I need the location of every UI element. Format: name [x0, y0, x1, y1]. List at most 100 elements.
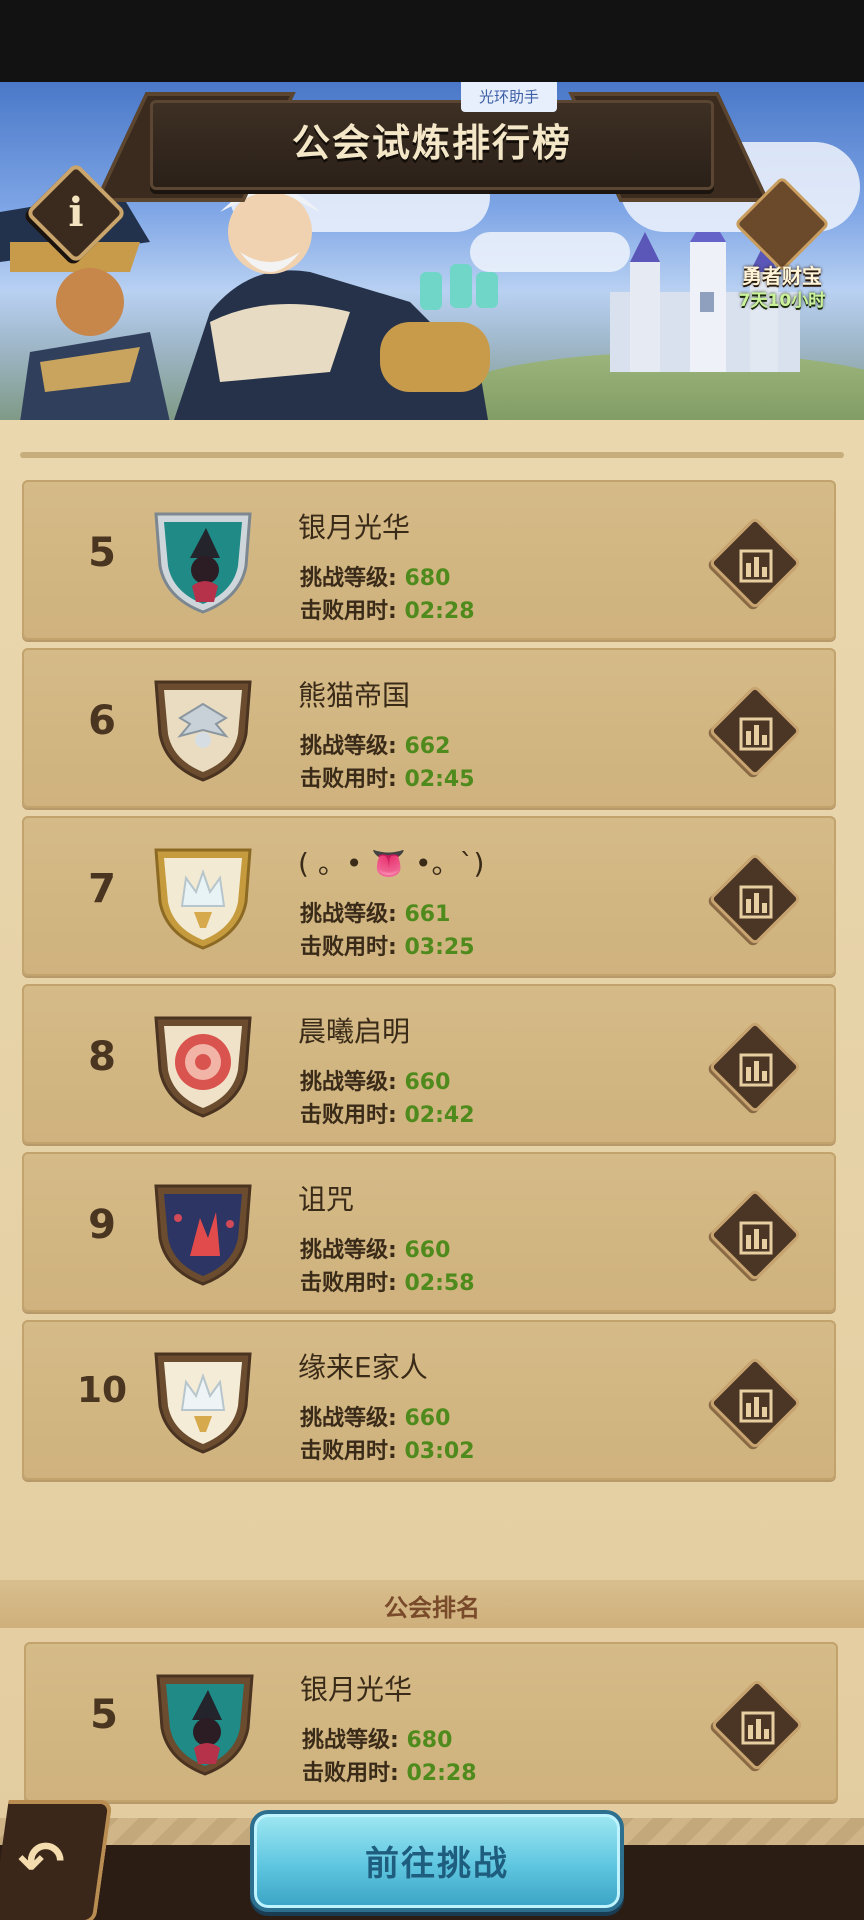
challenge-level: 挑战等级: 660	[300, 1064, 450, 1096]
ranking-row[interactable]: 10 缘来E家人 挑战等级: 660 击败用时: 03:02	[22, 1320, 836, 1480]
bar-chart-icon	[739, 885, 773, 919]
bar-chart-icon	[739, 717, 773, 751]
white-crown-emblem-icon	[154, 1352, 252, 1454]
ranking-row[interactable]: 9 诅咒 挑战等级: 660 击败用时: 02:58	[22, 1152, 836, 1312]
knight-hero-illustration	[174, 187, 498, 420]
treasure-button[interactable]: 勇者财宝 7天10小时	[722, 175, 842, 320]
ranking-row[interactable]: 5 银月光华 挑战等级: 680 击败用时: 02:28	[22, 480, 836, 640]
guild-name: 缘来E家人	[298, 1351, 428, 1384]
detail-button[interactable]	[708, 852, 802, 946]
guild-name: 晨曦启明	[298, 1015, 411, 1048]
defeat-time-value: 02:58	[404, 1271, 475, 1296]
challenge-level-value: 660	[404, 1070, 451, 1095]
rank-number: 5	[88, 530, 116, 576]
treasure-chest-icon	[733, 175, 831, 273]
go-challenge-button[interactable]: 前往挑战	[250, 1810, 624, 1912]
go-challenge-label: 前往挑战	[365, 1844, 509, 1884]
challenge-level-label: 挑战等级:	[302, 1728, 399, 1753]
rank-number: 7	[88, 866, 116, 912]
rank-number: 6	[88, 698, 116, 744]
defeat-time-label: 击败用时:	[300, 1103, 397, 1128]
challenge-level-value: 680	[406, 1728, 453, 1753]
bar-chart-icon	[741, 1711, 775, 1745]
game-screen: 公会试炼排行榜 光环助手 i 勇者财宝 7天10小时 5 银月光华 挑战等级: …	[0, 82, 864, 1920]
defeat-time-label: 击败用时:	[300, 767, 397, 792]
defeat-time: 击败用时: 02:58	[300, 1265, 475, 1297]
back-arrow-icon: ↶	[17, 1830, 65, 1895]
ranking-row[interactable]: 7 ( 。• 👅 •。`) 挑战等级: 661 击败用时: 03:25	[22, 816, 836, 976]
bar-chart-icon	[739, 1389, 773, 1423]
rank-number: 10	[76, 1370, 128, 1411]
defeat-time: 击败用时: 02:28	[300, 593, 475, 625]
detail-button[interactable]	[708, 684, 802, 778]
helper-tag[interactable]: 光环助手	[461, 82, 557, 112]
guild-name: 银月光华	[298, 511, 411, 544]
defeat-time-label: 击败用时:	[300, 599, 397, 624]
defeat-time-label: 击败用时:	[300, 935, 397, 960]
defeat-time-label: 击败用时:	[302, 1761, 399, 1786]
defeat-time-label: 击败用时:	[300, 1439, 397, 1464]
challenge-level-label: 挑战等级:	[300, 1070, 397, 1095]
teal-witch-emblem-icon	[156, 1674, 254, 1776]
ranking-row[interactable]: 6 熊猫帝国 挑战等级: 662 击败用时: 02:45	[22, 648, 836, 808]
challenge-level-label: 挑战等级:	[300, 902, 397, 927]
challenge-level-label: 挑战等级:	[300, 1238, 397, 1263]
detail-button[interactable]	[708, 1020, 802, 1114]
challenge-level-value: 661	[404, 902, 451, 927]
guild-rank-section-header: 公会排名	[0, 1580, 864, 1628]
detail-button[interactable]	[710, 1678, 804, 1772]
rank-number: 5	[90, 1692, 118, 1738]
bar-chart-icon	[739, 1221, 773, 1255]
detail-button[interactable]	[708, 1356, 802, 1450]
ranking-row[interactable]: 8 晨曦启明 挑战等级: 660 击败用时: 02:42	[22, 984, 836, 1144]
defeat-time-label: 击败用时:	[300, 1271, 397, 1296]
defeat-time: 击败用时: 02:45	[300, 761, 475, 793]
defeat-time-value: 02:28	[406, 1761, 477, 1786]
info-icon: i	[68, 189, 84, 236]
guild-name: ( 。• 👅 •。`)	[298, 847, 485, 880]
rank-number: 8	[88, 1034, 116, 1080]
divider	[20, 452, 844, 458]
treasure-countdown: 7天10小时	[738, 291, 826, 311]
status-bar	[0, 0, 864, 82]
challenge-level: 挑战等级: 662	[300, 728, 450, 760]
challenge-level-value: 680	[404, 566, 451, 591]
challenge-level: 挑战等级: 661	[300, 896, 450, 928]
defeat-time: 击败用时: 03:02	[300, 1433, 475, 1465]
challenge-level-label: 挑战等级:	[300, 1406, 397, 1431]
guild-name: 熊猫帝国	[298, 679, 411, 712]
teal-witch-emblem-icon	[154, 512, 252, 614]
treasure-label: 勇者财宝	[742, 264, 822, 288]
defeat-time-value: 03:25	[404, 935, 475, 960]
guild-name: 诅咒	[298, 1183, 355, 1216]
page-title: 公会试炼排行榜	[291, 121, 572, 165]
defeat-time-value: 03:02	[404, 1439, 475, 1464]
challenge-level-label: 挑战等级:	[300, 734, 397, 759]
challenge-level: 挑战等级: 680	[300, 560, 450, 592]
challenge-level-label: 挑战等级:	[300, 566, 397, 591]
challenge-level: 挑战等级: 660	[300, 1400, 450, 1432]
guild-name: 银月光华	[300, 1673, 413, 1706]
rank-number: 9	[88, 1202, 116, 1248]
defeat-time-value: 02:28	[404, 599, 475, 624]
defeat-time: 击败用时: 02:42	[300, 1097, 475, 1129]
own-guild-row[interactable]: 5 银月光华 挑战等级: 680 击败用时: 02:28	[24, 1642, 838, 1802]
challenge-level-value: 660	[404, 1406, 451, 1431]
challenge-level-value: 660	[404, 1238, 451, 1263]
section-title: 公会排名	[384, 1594, 480, 1622]
defeat-time-value: 02:45	[404, 767, 475, 792]
red-target-emblem-icon	[154, 1016, 252, 1118]
challenge-level: 挑战等级: 660	[300, 1232, 450, 1264]
challenge-level-value: 662	[404, 734, 451, 759]
back-button[interactable]: ↶	[0, 1800, 113, 1920]
detail-button[interactable]	[708, 516, 802, 610]
navy-flame-emblem-icon	[154, 1184, 252, 1286]
defeat-time: 击败用时: 03:25	[300, 929, 475, 961]
bar-chart-icon	[739, 549, 773, 583]
silver-wing-emblem-icon	[154, 680, 252, 782]
defeat-time-value: 02:42	[404, 1103, 475, 1128]
detail-button[interactable]	[708, 1188, 802, 1282]
ranking-panel: 5 银月光华 挑战等级: 680 击败用时: 02:28 6 熊猫帝国 挑战等级…	[0, 420, 864, 1846]
defeat-time: 击败用时: 02:28	[302, 1755, 477, 1787]
gold-crown-emblem-icon	[154, 848, 252, 950]
